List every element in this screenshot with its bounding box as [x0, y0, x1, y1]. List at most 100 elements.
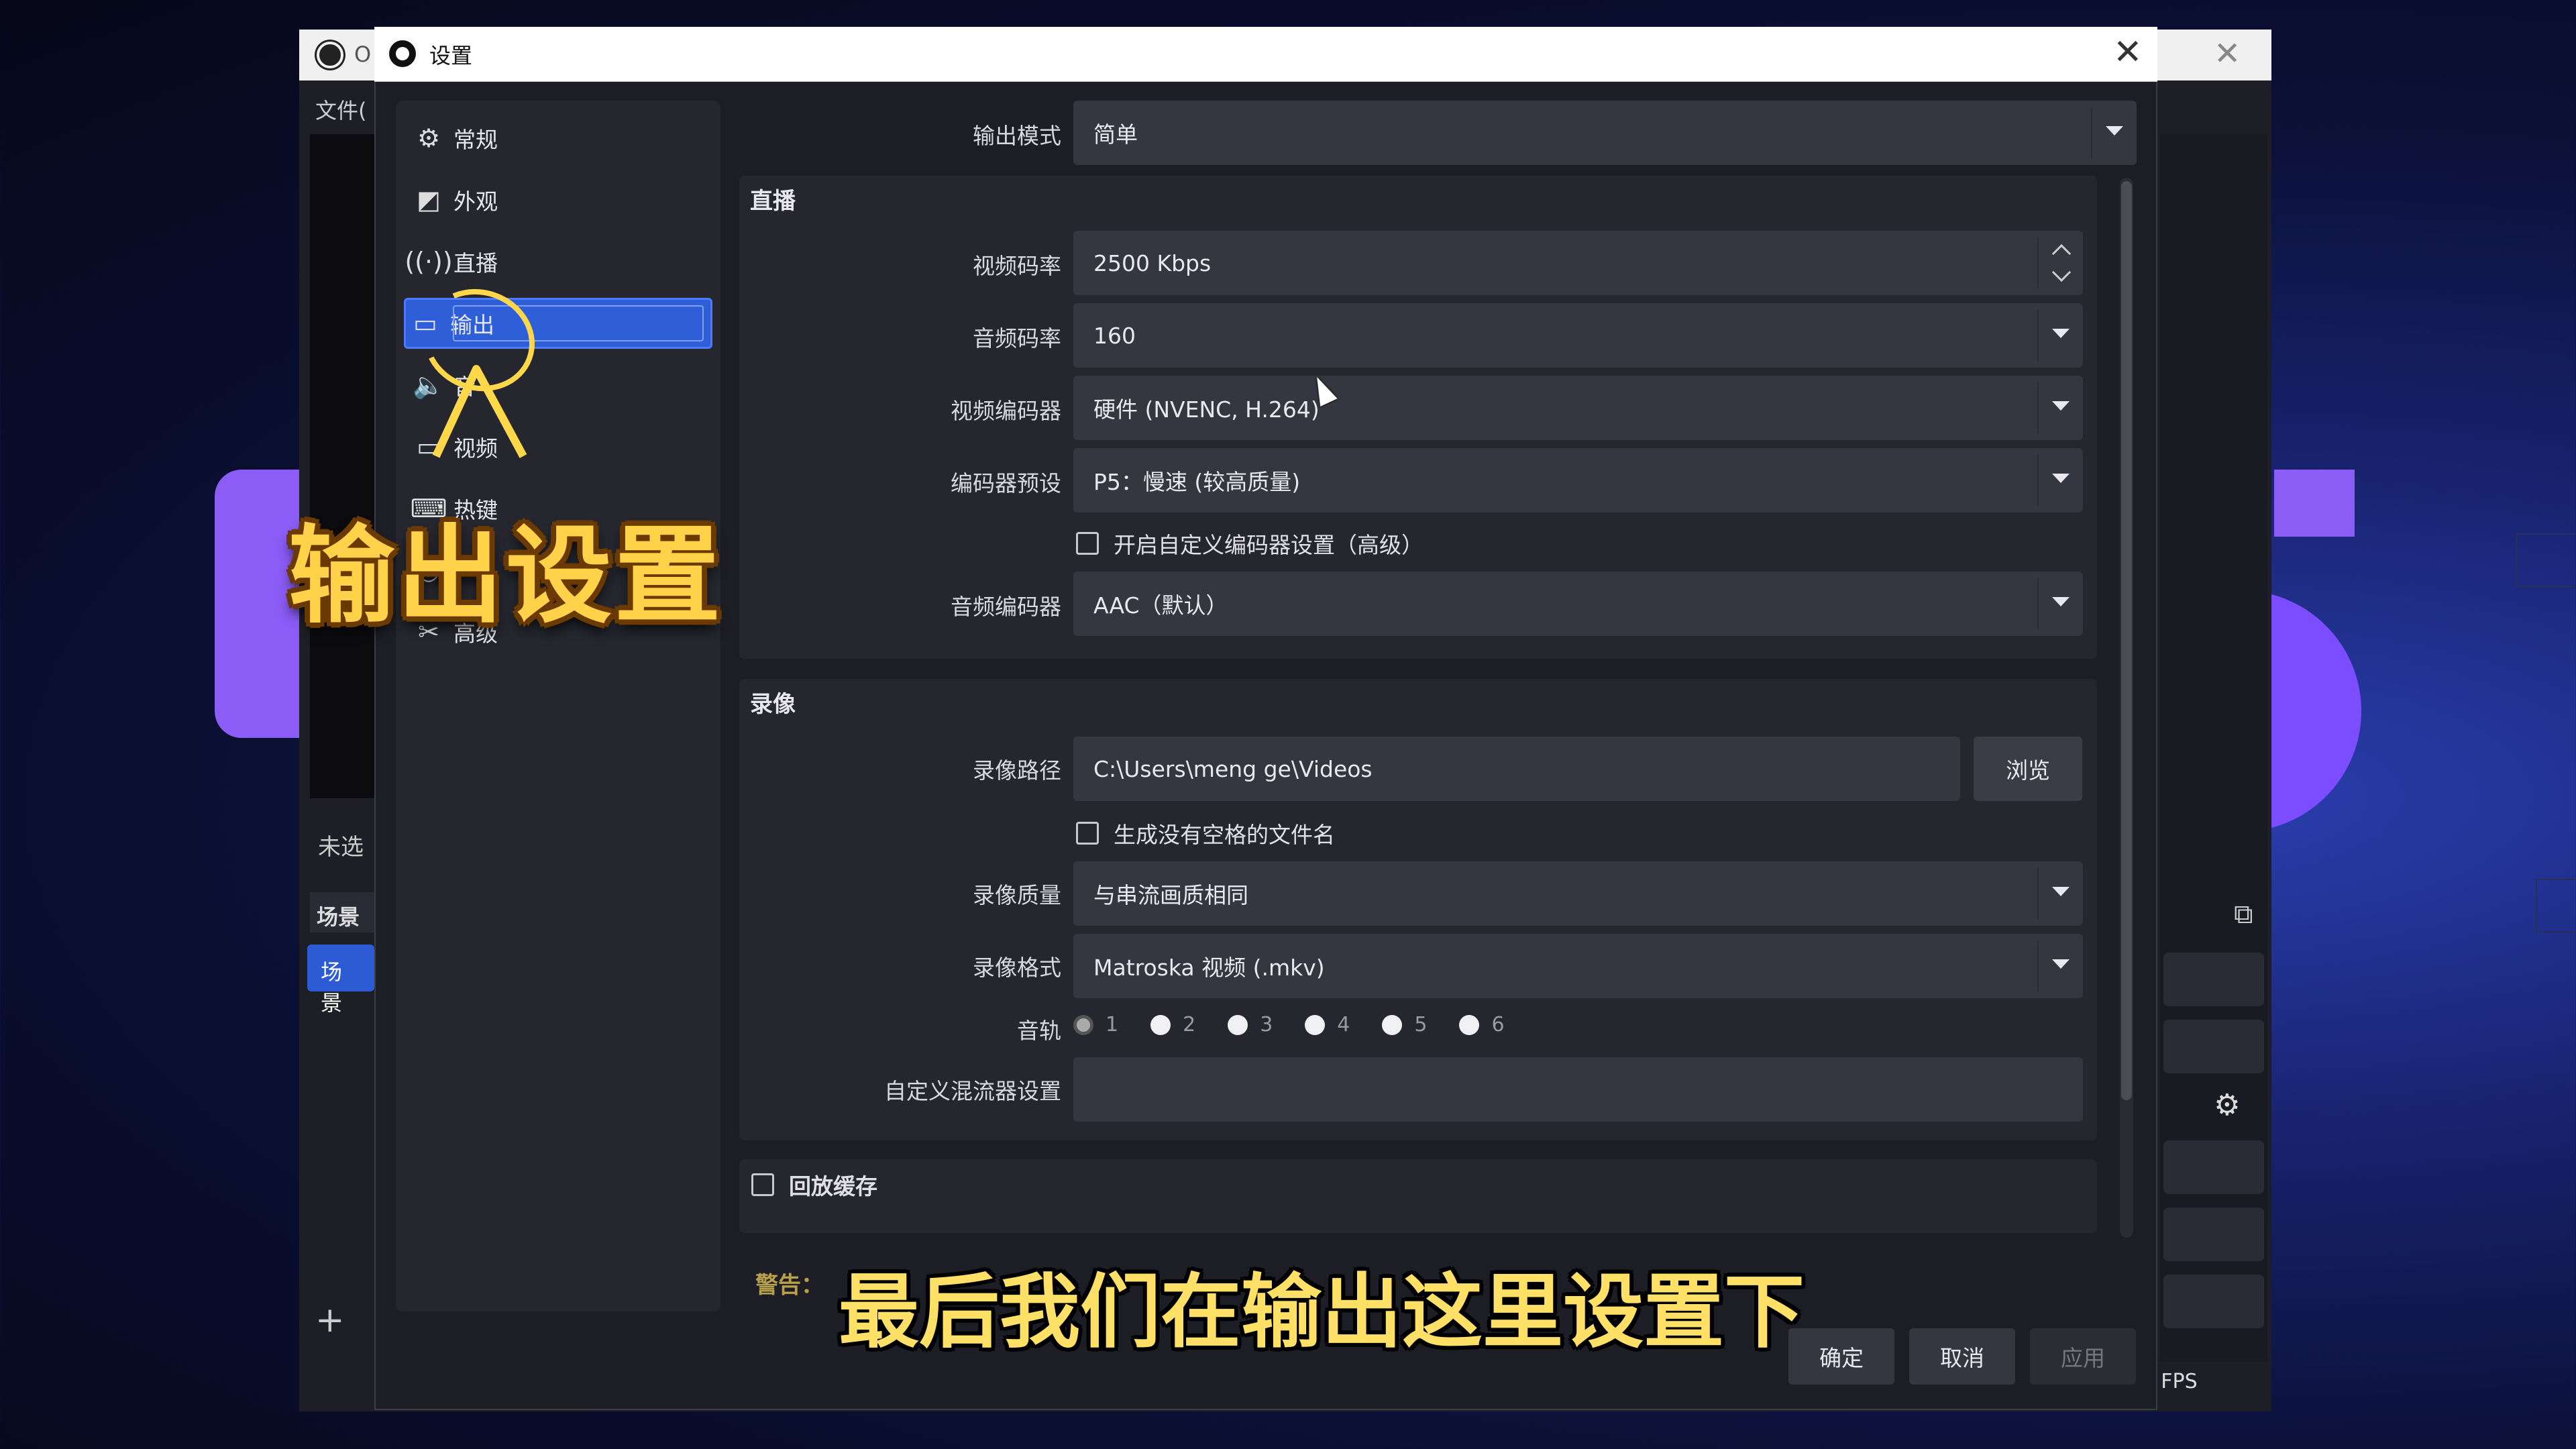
custom-encoder-checkbox-row[interactable]: 开启自定义编码器设置（高级）	[1076, 527, 1424, 559]
audio-track-4[interactable]: 4	[1305, 1013, 1350, 1036]
chevron-down-icon	[2052, 474, 2070, 483]
obs-menu-file[interactable]: 文件(	[315, 94, 367, 125]
overlay-title: 输出设置	[288, 490, 723, 643]
warning-text: 警告：	[755, 1272, 824, 1299]
sidebar-item-label: 直播	[453, 250, 498, 276]
obs-controls-panel	[2160, 134, 2267, 1362]
dialog-title: 设置	[429, 43, 473, 68]
output-mode-label: 输出模式	[973, 123, 1061, 149]
recording-group-title: 录像	[750, 691, 796, 718]
sidebar-item-general[interactable]: ⚙ 常规	[409, 113, 711, 164]
sidebar-item-stream[interactable]: ((·)) 直播	[405, 236, 711, 287]
audio-bitrate-label: 音频码率	[973, 325, 1061, 352]
track-number: 6	[1491, 1013, 1505, 1036]
control-button[interactable]	[2163, 1140, 2264, 1194]
control-button[interactable]	[2163, 953, 2264, 1006]
settings-gear-icon[interactable]: ⚙	[2214, 1088, 2247, 1122]
broadcast-icon: ((·))	[405, 247, 453, 276]
recording-format-select[interactable]: Matroska 视频 (.mkv)	[1073, 934, 2083, 998]
replay-buffer-group	[739, 1159, 2097, 1233]
audio-tracks-label: 音轨	[1017, 1018, 1061, 1044]
wallpaper-outline	[2536, 879, 2576, 932]
obs-preview-area	[310, 134, 384, 798]
track-number: 2	[1183, 1013, 1196, 1036]
add-scene-icon[interactable]: +	[315, 1300, 349, 1340]
radio-icon[interactable]	[1305, 1014, 1326, 1035]
wallpaper-outline	[2516, 533, 2576, 587]
video-encoder-value: 硬件 (NVENC, H.264)	[1093, 396, 1320, 423]
close-icon[interactable]: ✕	[2113, 32, 2143, 72]
spin-down-icon[interactable]	[2051, 262, 2072, 282]
video-bitrate-label: 视频码率	[973, 253, 1061, 279]
radio-icon[interactable]	[1382, 1014, 1403, 1035]
wallpaper-shape	[2274, 470, 2355, 537]
custom-encoder-checkbox[interactable]	[1076, 532, 1099, 555]
recording-quality-select[interactable]: 与串流画质相同	[1073, 861, 2083, 926]
audio-encoder-label: 音频编码器	[951, 594, 1061, 620]
chevron-down-icon	[2052, 401, 2070, 411]
spin-up-icon[interactable]	[2051, 244, 2072, 264]
encoder-preset-label: 编码器预设	[951, 470, 1061, 496]
audio-track-2[interactable]: 2	[1150, 1013, 1195, 1036]
replay-buffer-checkbox-row[interactable]: 回放缓存	[751, 1169, 877, 1201]
recording-path-value: C:\Users\meng ge\Videos	[1093, 755, 1373, 782]
sidebar-item-label: 常规	[453, 127, 498, 153]
browse-button[interactable]: 浏览	[1974, 737, 2082, 801]
replay-buffer-checkbox[interactable]	[751, 1173, 774, 1196]
obs-logo-icon	[317, 42, 343, 68]
scene-list-item[interactable]: 场景	[307, 945, 374, 1016]
video-encoder-label: 视频编码器	[951, 398, 1061, 424]
no-space-checkbox[interactable]	[1076, 822, 1099, 845]
audio-bitrate-value: 160	[1093, 322, 1136, 349]
video-bitrate-value: 2500 Kbps	[1093, 250, 1212, 276]
audio-track-1[interactable]: 1	[1073, 1013, 1118, 1036]
recording-path-input[interactable]: C:\Users\meng ge\Videos	[1073, 737, 1960, 801]
audio-tracks-group: 1 2 3 4 5 6	[1073, 1013, 1537, 1036]
sidebar-item-label: 外观	[453, 189, 498, 215]
radio-icon[interactable]	[1150, 1014, 1171, 1035]
obs-main-title: O	[354, 42, 372, 67]
recording-path-label: 录像路径	[973, 757, 1061, 784]
radio-icon[interactable]	[1228, 1014, 1248, 1035]
output-mode-select[interactable]: 简单	[1073, 101, 2137, 165]
audio-bitrate-select[interactable]: 160	[1073, 303, 2083, 368]
chevron-down-icon	[2052, 329, 2070, 338]
appearance-icon: ◩	[417, 185, 441, 215]
video-encoder-select[interactable]: 硬件 (NVENC, H.264)	[1073, 376, 2083, 440]
no-space-checkbox-row[interactable]: 生成没有空格的文件名	[1076, 817, 1335, 849]
audio-track-6[interactable]: 6	[1459, 1013, 1505, 1036]
scenes-panel-header: 场景	[310, 892, 377, 932]
control-button[interactable]	[2163, 1275, 2264, 1328]
muxer-settings-label: 自定义混流器设置	[884, 1078, 1061, 1104]
no-space-label: 生成没有空格的文件名	[1114, 822, 1335, 848]
apply-button[interactable]: 应用	[2030, 1328, 2136, 1385]
chevron-down-icon	[2052, 887, 2070, 896]
output-mode-value: 简单	[1093, 121, 1138, 148]
track-number: 1	[1106, 1013, 1119, 1036]
gear-icon: ⚙	[417, 123, 441, 153]
audio-encoder-value: AAC（默认）	[1093, 592, 1228, 619]
chevron-down-icon	[2052, 597, 2070, 606]
scrollbar-thumb[interactable]	[2121, 181, 2132, 1100]
control-button[interactable]	[2163, 1020, 2264, 1073]
audio-track-5[interactable]: 5	[1382, 1013, 1427, 1036]
control-button[interactable]	[2163, 1208, 2264, 1261]
custom-encoder-label: 开启自定义编码器设置（高级）	[1114, 532, 1424, 558]
radio-icon[interactable]	[1459, 1014, 1480, 1035]
settings-titlebar	[374, 27, 2157, 82]
recording-format-value: Matroska 视频 (.mkv)	[1093, 955, 1325, 981]
recording-format-label: 录像格式	[973, 955, 1061, 981]
track-number: 3	[1260, 1013, 1273, 1036]
radio-icon[interactable]	[1073, 1014, 1093, 1035]
audio-track-3[interactable]: 3	[1228, 1013, 1273, 1036]
obs-main-close-icon[interactable]: ✕	[2214, 35, 2241, 72]
muxer-settings-input[interactable]	[1073, 1057, 2083, 1122]
sidebar-item-appearance[interactable]: ◩ 外观	[409, 174, 711, 225]
cancel-button[interactable]: 取消	[1909, 1328, 2015, 1385]
encoder-preset-value: P5：慢速 (较高质量)	[1093, 469, 1301, 495]
dock-float-icon[interactable]: ⧉	[2234, 899, 2253, 930]
recording-quality-value: 与串流画质相同	[1093, 882, 1248, 908]
video-bitrate-spinbox[interactable]: 2500 Kbps	[1073, 231, 2083, 295]
audio-encoder-select[interactable]: AAC（默认）	[1073, 572, 2083, 636]
encoder-preset-select[interactable]: P5：慢速 (较高质量)	[1073, 448, 2083, 513]
